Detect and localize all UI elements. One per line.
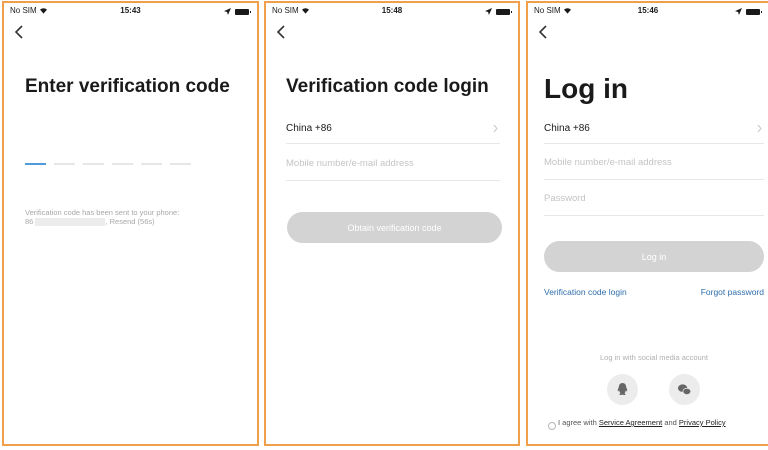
page-title: Enter verification code	[25, 76, 230, 97]
agreement-checkbox[interactable]	[548, 422, 556, 430]
status-time: 15:46	[637, 6, 659, 15]
privacy-policy-link[interactable]: Privacy Policy	[679, 418, 726, 427]
agree-prefix: I agree with	[558, 418, 599, 427]
mobile-email-input[interactable]	[286, 158, 500, 169]
qq-login-button[interactable]	[607, 374, 638, 405]
login-screen: No SIM 15:46 Log in China +86 Log in Ver…	[526, 1, 768, 446]
code-slot[interactable]	[25, 163, 46, 165]
country-selector[interactable]: China +86	[286, 115, 500, 144]
code-slot[interactable]	[83, 163, 104, 165]
verification-code-login-link[interactable]: Verification code login	[544, 287, 627, 297]
status-bar: No SIM 15:43	[4, 6, 257, 18]
status-bar: No SIM 15:46	[528, 6, 768, 18]
service-agreement-link[interactable]: Service Agreement	[599, 418, 662, 427]
verification-code-screen: No SIM 15:43 Enter verification code Ver…	[2, 1, 259, 446]
mobile-field-row	[544, 151, 764, 180]
page-title: Verification code login	[286, 76, 489, 97]
agree-and: and	[662, 418, 679, 427]
wechat-icon	[677, 384, 692, 395]
page-title: Log in	[544, 73, 628, 104]
status-time: 15:48	[381, 6, 403, 15]
qq-icon	[617, 382, 628, 396]
location-arrow-icon	[735, 8, 742, 15]
country-selector[interactable]: China +86	[544, 115, 764, 144]
status-bar: No SIM 15:48	[266, 6, 518, 18]
code-sent-hint: Verification code has been sent to your …	[25, 208, 245, 227]
chevron-right-icon	[493, 124, 498, 133]
country-label: China +86	[544, 123, 590, 134]
code-slot[interactable]	[141, 163, 162, 165]
code-slot[interactable]	[54, 163, 75, 165]
back-chevron-icon[interactable]	[14, 24, 24, 40]
code-slot[interactable]	[170, 163, 191, 165]
verification-code-login-screen: No SIM 15:48 Verification code login Chi…	[264, 1, 520, 446]
location-arrow-icon	[224, 8, 231, 15]
password-input[interactable]	[544, 193, 764, 204]
social-login-label: Log in with social media account	[600, 353, 708, 362]
resend-countdown[interactable]: , Resend (56s)	[105, 217, 154, 226]
battery-icon	[235, 8, 251, 15]
forgot-password-link[interactable]: Forgot password	[701, 287, 764, 297]
password-field-row	[544, 187, 764, 216]
wechat-login-button[interactable]	[669, 374, 700, 405]
country-label: China +86	[286, 123, 332, 134]
masked-phone-number	[35, 218, 106, 227]
login-button[interactable]: Log in	[544, 241, 764, 272]
mobile-email-input[interactable]	[544, 157, 764, 168]
battery-icon	[496, 8, 512, 15]
location-arrow-icon	[485, 8, 492, 15]
country-code: 86	[25, 217, 34, 226]
chevron-right-icon	[757, 124, 762, 133]
agreement-text: I agree with Service Agreement and Priva…	[548, 418, 768, 430]
code-slot[interactable]	[112, 163, 133, 165]
status-time: 15:43	[120, 6, 141, 15]
back-chevron-icon[interactable]	[538, 24, 548, 40]
hint-line: Verification code has been sent to your …	[25, 208, 180, 217]
code-input[interactable]	[25, 163, 191, 165]
battery-icon	[746, 8, 762, 15]
obtain-code-button[interactable]: Obtain verification code	[287, 212, 502, 243]
mobile-field-row	[286, 152, 500, 181]
back-chevron-icon[interactable]	[276, 24, 286, 40]
